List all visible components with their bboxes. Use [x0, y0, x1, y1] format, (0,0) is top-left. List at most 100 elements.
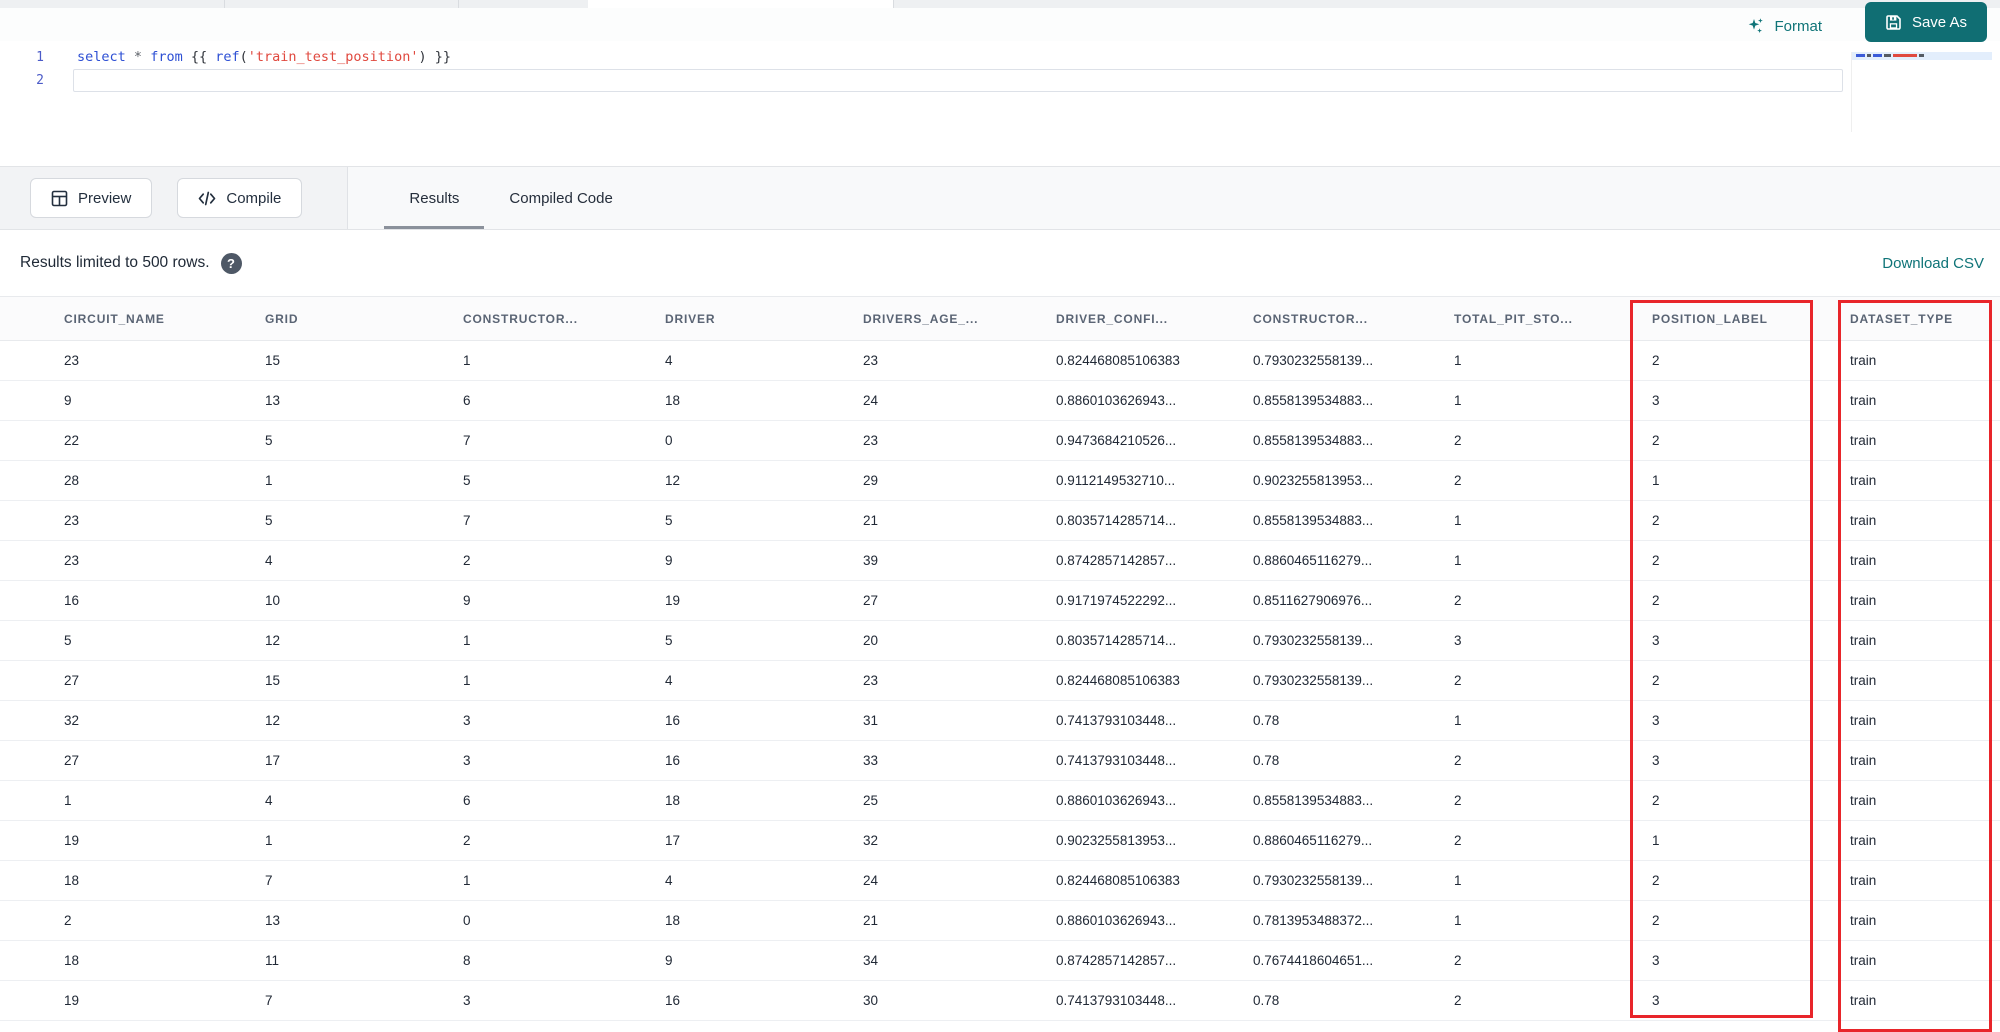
table-cell: 18 [0, 940, 265, 981]
table-cell: 1 [1454, 540, 1652, 581]
column-header[interactable]: CIRCUIT_NAME [0, 296, 265, 341]
table-row: 2 13 0 18 21 0.8860103626943... 0.781395348837… [0, 900, 2000, 941]
table-cell: 0.8035714285714... [1056, 500, 1253, 541]
table-cell: 1 [1454, 340, 1652, 381]
table-cell: 16 [665, 700, 863, 741]
table-cell: 12 [665, 460, 863, 501]
column-header[interactable]: TOTAL_PIT_STO... [1454, 296, 1652, 341]
app-header-bar [0, 8, 2000, 42]
download-csv-link[interactable]: Download CSV [1882, 255, 1984, 272]
tab-results[interactable]: Results [384, 167, 485, 229]
table-cell: 0.7930232558139... [1253, 860, 1454, 901]
table-cell: 13 [265, 900, 463, 941]
column-header[interactable]: DRIVER_CONFI... [1056, 296, 1253, 341]
table-cell: train [1850, 420, 2000, 461]
table-cell: 1 [463, 340, 665, 381]
table-cell: 9 [463, 580, 665, 621]
table-cell: 2 [1454, 940, 1652, 981]
format-button[interactable]: Format [1747, 17, 1822, 35]
table-cell: 19 [0, 820, 265, 861]
table-cell: 4 [665, 340, 863, 381]
table-cell: 1 [265, 460, 463, 501]
table-cell: train [1850, 340, 2000, 381]
table-row: 22 5 7 0 23 0.9473684210526... 0.8558139534883… [0, 420, 2000, 461]
tab-compiled-code[interactable]: Compiled Code [484, 167, 637, 229]
table-cell: 0.9473684210526... [1056, 420, 1253, 461]
code-editor[interactable]: 1 2 select * from {{ ref('train_test_pos… [0, 41, 2000, 166]
table-cell: 19 [0, 980, 265, 1021]
table-cell: 0.824468085106383 [1056, 860, 1253, 901]
column-header[interactable]: CONSTRUCTOR... [1253, 296, 1454, 341]
table-cell: 39 [863, 540, 1056, 581]
table-cell: 7 [463, 500, 665, 541]
table-cell: 15 [265, 660, 463, 701]
table-cell: 0.8742857142857... [1056, 540, 1253, 581]
table-cell: 23 [0, 340, 265, 381]
table-cell: 0.7413793103448... [1056, 700, 1253, 741]
table-cell: 12 [265, 700, 463, 741]
table-cell: 1 [463, 660, 665, 701]
table-cell: 3 [463, 980, 665, 1021]
table-cell: 2 [1652, 660, 1850, 701]
column-header[interactable]: DATASET_TYPE [1850, 296, 2000, 341]
table-cell: 1 [1454, 380, 1652, 421]
table-cell: train [1850, 580, 2000, 621]
code-icon [199, 191, 216, 205]
code-line[interactable]: select * from {{ ref('train_test_positio… [77, 46, 451, 69]
table-cell: 0.8860103626943... [1056, 780, 1253, 821]
table-cell: train [1850, 540, 2000, 581]
code-token-operator: * [133, 49, 143, 65]
table-cell: 1 [1652, 820, 1850, 861]
column-header[interactable]: CONSTRUCTOR... [463, 296, 665, 341]
table-cell: 3 [1652, 620, 1850, 661]
table-cell: 0.8860103626943... [1056, 900, 1253, 941]
table-cell: train [1850, 780, 2000, 821]
save-as-button[interactable]: Save As [1864, 2, 1987, 42]
table-cell: 34 [863, 940, 1056, 981]
column-header[interactable]: DRIVER [665, 296, 863, 341]
table-cell: 33 [863, 740, 1056, 781]
table-cell: 22 [0, 420, 265, 461]
table-row: 28 1 5 12 29 0.9112149532710... 0.902325581395… [0, 460, 2000, 501]
table-cell: 24 [863, 860, 1056, 901]
table-cell: 21 [863, 500, 1056, 541]
table-cell: train [1850, 900, 2000, 941]
table-cell: 0.78 [1253, 980, 1454, 1021]
table-row: 5 12 1 5 20 0.8035714285714... 0.7930232558139… [0, 620, 2000, 661]
table-cell: 4 [265, 540, 463, 581]
preview-button[interactable]: Preview [30, 178, 153, 218]
editor-minimap[interactable] [1851, 52, 1992, 132]
table-cell: 29 [863, 460, 1056, 501]
table-cell: train [1850, 860, 2000, 901]
table-cell: 1 [1454, 860, 1652, 901]
table-cell: 1 [0, 780, 265, 821]
table-row: 16 10 9 19 27 0.9171974522292... 0.85116279069… [0, 580, 2000, 621]
help-icon[interactable]: ? [220, 252, 242, 274]
save-icon [1886, 14, 1901, 30]
table-cell: 5 [463, 460, 665, 501]
tab-compiled-code-label: Compiled Code [509, 189, 613, 207]
compile-button[interactable]: Compile [177, 178, 303, 218]
table-cell: 3 [1454, 620, 1652, 661]
column-header[interactable]: POSITION_LABEL [1652, 296, 1850, 341]
table-cell: train [1850, 500, 2000, 541]
column-header[interactable]: DRIVERS_AGE_... [863, 296, 1056, 341]
column-header[interactable]: GRID [265, 296, 463, 341]
sql-editor-page: Format Save As 1 2 select * from {{ ref(… [0, 0, 2000, 1032]
table-cell: 12 [265, 620, 463, 661]
table-cell: 0 [463, 900, 665, 941]
table-cell: 0.8558139534883... [1253, 420, 1454, 461]
table-cell: 1 [1454, 900, 1652, 941]
table-cell: 0.824468085106383 [1056, 660, 1253, 701]
table-cell: 0.8035714285714... [1056, 620, 1253, 661]
table-cell: 17 [265, 740, 463, 781]
table-cell: 0.78 [1253, 740, 1454, 781]
table-cell: 16 [665, 740, 863, 781]
table-cell: 9 [0, 380, 265, 421]
code-token-keyword: from [150, 49, 183, 65]
sparkles-icon [1749, 18, 1764, 33]
table-cell: 2 [1454, 980, 1652, 1021]
table-cell: 1 [1652, 460, 1850, 501]
line-number: 2 [36, 73, 44, 88]
table-cell: 0 [665, 420, 863, 461]
